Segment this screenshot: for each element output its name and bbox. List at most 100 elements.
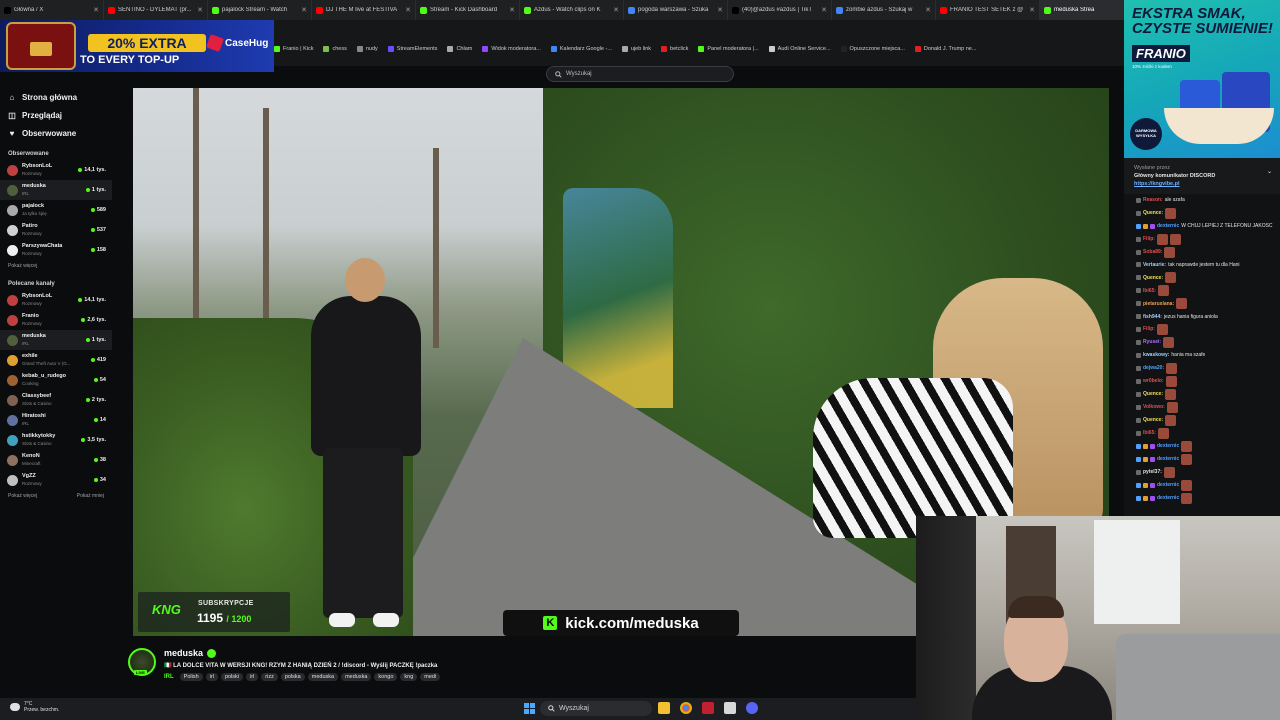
bookmark-item[interactable]: Kalendarz Google -... <box>550 46 612 52</box>
channel-item[interactable]: Classybeef Slots & Casino 2 tys. <box>0 390 112 410</box>
stream-tag[interactable]: meduska <box>341 673 372 681</box>
stream-category[interactable]: IRL <box>164 674 174 680</box>
stream-tag[interactable]: irl <box>246 673 259 681</box>
chat-username[interactable]: Soba89: <box>1143 249 1162 256</box>
channel-item[interactable]: Patiro Rozmowy 537 <box>0 220 112 240</box>
close-icon[interactable]: ✕ <box>509 6 515 14</box>
stream-tag[interactable]: kongo <box>374 673 398 681</box>
top-right-ad-banner[interactable]: EKSTRA SMAK, CZYSTE SUMIENIE! FRANIO 10% … <box>1124 0 1280 158</box>
chat-username[interactable]: lbi65: <box>1143 430 1156 437</box>
chrome-icon[interactable] <box>680 702 692 714</box>
chat-username[interactable]: Quence: <box>1143 391 1163 398</box>
recommended-show-more[interactable]: Pokaż więcej <box>8 490 37 502</box>
browser-tab[interactable]: DJ THE M live at FESTIVA ✕ <box>312 0 416 20</box>
channel-item[interactable]: hstikkytokky Slots & Casino 3,5 tys. <box>0 430 112 450</box>
followed-show-more[interactable]: Pokaż więcej <box>0 260 112 272</box>
chat-username[interactable]: wr0belo: <box>1143 378 1164 385</box>
bookmark-item[interactable]: Chłam <box>447 46 472 52</box>
stream-tag[interactable]: polski <box>220 673 243 681</box>
browser-tab[interactable]: FRANIO TEST SETEK z @ ✕ <box>936 0 1040 20</box>
stream-tag[interactable]: kng <box>400 673 418 681</box>
sidebar-nav-item[interactable]: ◫ Przeglądaj <box>0 106 112 124</box>
browser-tab[interactable]: pajalock Stream - Watch ✕ <box>208 0 312 20</box>
channel-item[interactable]: exhile Grand Theft Auto V (G... 419 <box>0 350 112 370</box>
chat-username[interactable]: pietaruslana: <box>1143 301 1174 308</box>
recommended-show-less[interactable]: Pokaż mniej <box>77 490 104 502</box>
close-icon[interactable]: ✕ <box>301 6 307 14</box>
browser-tab[interactable]: Główna / X ✕ <box>0 0 104 20</box>
pinned-message[interactable]: Wysłane przez Główny komunikator DISCORD… <box>1124 158 1280 194</box>
chat-username[interactable]: dexternic <box>1157 456 1179 463</box>
browser-tab[interactable]: Stream - Kick Dashboard ✕ <box>416 0 520 20</box>
browser-tab[interactable]: SENTINO - DYLEMAT (pr... ✕ <box>104 0 208 20</box>
browser-tab[interactable]: (40)@azdus #azdus | TikT ✕ <box>728 0 832 20</box>
chat-username[interactable]: Volkowo: <box>1143 404 1165 411</box>
chat-username[interactable]: dexternic <box>1157 223 1179 230</box>
stream-tag[interactable]: polska <box>280 673 305 681</box>
search-input[interactable]: Wyszukaj <box>546 66 734 82</box>
chat-username[interactable]: kwaskowy: <box>1143 352 1169 359</box>
browser-tab[interactable]: meduska Strea✕ <box>1040 0 1124 20</box>
browser-tab[interactable]: pogoda warszawa - Szuka ✕ <box>624 0 728 20</box>
bookmark-item[interactable]: chess <box>323 46 347 52</box>
channel-item[interactable]: VgZZ Rozmowy 34 <box>0 470 112 490</box>
chat-username[interactable]: Filip: <box>1143 326 1155 333</box>
chat-username[interactable]: Filip: <box>1143 236 1155 243</box>
channel-item[interactable]: Franio Rozmowy 2,6 tys. <box>0 310 112 330</box>
bookmark-item[interactable]: Opuszczone miejsca... <box>840 46 905 52</box>
close-icon[interactable]: ✕ <box>93 6 99 14</box>
stream-tag[interactable]: irl <box>205 673 218 681</box>
chat-username[interactable]: Vertaurie: <box>1143 262 1166 269</box>
file-explorer-icon[interactable] <box>658 702 670 714</box>
weather-widget[interactable]: 7°C Przew. bezchm. <box>10 701 59 713</box>
close-icon[interactable]: ✕ <box>925 6 931 14</box>
close-icon[interactable]: ✕ <box>717 6 723 14</box>
chat-username[interactable]: Quence: <box>1143 417 1163 424</box>
channel-item[interactable]: RybsonLoL Rozmowy 14,1 tys. <box>0 160 112 180</box>
close-icon[interactable]: ✕ <box>197 6 203 14</box>
bookmark-item[interactable]: Panel moderatora |... <box>698 46 759 52</box>
chat-username[interactable]: dejwa20: <box>1143 365 1164 372</box>
bookmark-item[interactable]: Donald J. Trump ne... <box>914 46 976 52</box>
chat-username[interactable]: Quence: <box>1143 275 1163 282</box>
stream-tag[interactable]: Polish <box>179 673 203 681</box>
sidebar-nav-item[interactable]: ♥ Obserwowane <box>0 124 112 142</box>
chat-username[interactable]: fish944: <box>1143 314 1162 321</box>
chevron-down-icon[interactable]: ⌄ <box>1267 168 1272 176</box>
chat-username[interactable]: Ryusei: <box>1143 339 1161 346</box>
stream-tag[interactable]: rizz <box>261 673 278 681</box>
stream-tag[interactable]: meduska <box>307 673 339 681</box>
chat-username[interactable]: Reason: <box>1143 197 1163 204</box>
channel-name[interactable]: meduska <box>164 648 203 658</box>
pinned-link[interactable]: https://kngvibe.pl <box>1134 180 1274 188</box>
close-icon[interactable]: ✕ <box>821 6 827 14</box>
top-left-ad-banner[interactable]: 20% EXTRA TO EVERY TOP-UP CaseHug <box>0 20 274 72</box>
close-icon[interactable]: ✕ <box>613 6 619 14</box>
channel-item[interactable]: meduska IRL 1 tys. <box>0 180 112 200</box>
channel-item[interactable]: kebab_u_rudego Cooking 54 <box>0 370 112 390</box>
bookmark-item[interactable]: ujeb link <box>621 46 651 52</box>
chat-username[interactable]: dexternic <box>1157 482 1179 489</box>
channel-item[interactable]: meduska IRL 1 tys. <box>0 330 112 350</box>
channel-item[interactable]: ParszywaChata Rozmowy 158 <box>0 240 112 260</box>
chat-username[interactable]: lbi65: <box>1143 288 1156 295</box>
channel-item[interactable]: pajalock Ja tylko śpię 589 <box>0 200 112 220</box>
close-icon[interactable]: ✕ <box>1029 6 1035 14</box>
channel-item[interactable]: KenoN Minecraft 38 <box>0 450 112 470</box>
bookmark-item[interactable]: StreamElements <box>387 46 437 52</box>
app-icon[interactable] <box>702 702 714 714</box>
bookmark-item[interactable]: Widok moderatora... <box>482 46 541 52</box>
windows-start-icon[interactable] <box>524 703 535 714</box>
chat-username[interactable]: pytel37: <box>1143 469 1162 476</box>
stream-tag[interactable]: medi <box>420 673 441 681</box>
channel-item[interactable]: RybsonLoL Rozmowy 14,1 tys. <box>0 290 112 310</box>
bookmark-item[interactable]: betclick <box>661 46 688 52</box>
app-icon[interactable] <box>724 702 736 714</box>
close-icon[interactable]: ✕ <box>405 6 411 14</box>
chat-username[interactable]: dexternic <box>1157 443 1179 450</box>
discord-icon[interactable] <box>746 702 758 714</box>
bookmark-item[interactable]: Franio | Kick <box>274 46 313 52</box>
bookmark-item[interactable]: Audi Online Service... <box>768 46 831 52</box>
followed-show-more-label[interactable]: Pokaż więcej <box>8 260 37 272</box>
channel-item[interactable]: Hiratoshi IRL 14 <box>0 410 112 430</box>
